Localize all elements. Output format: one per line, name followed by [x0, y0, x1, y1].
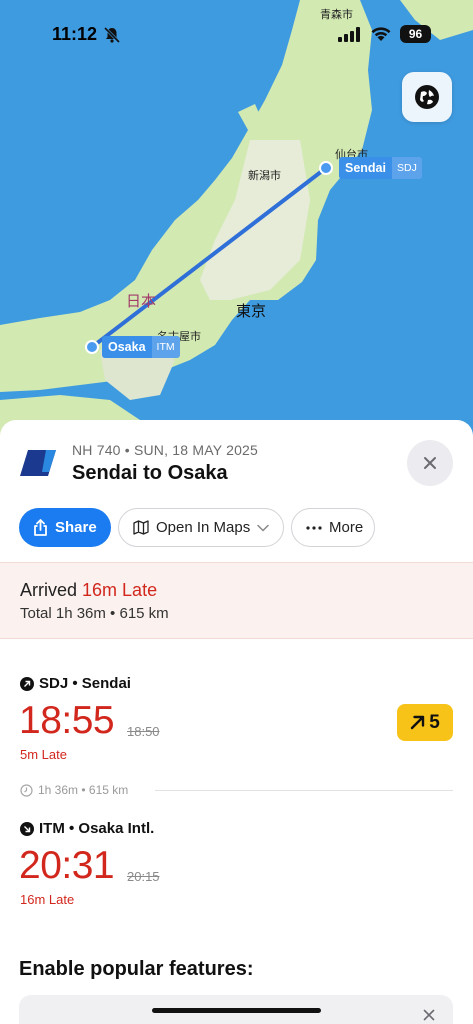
globe-icon: [415, 85, 439, 109]
flight-status-summary: Arrived 16m Late Total 1h 36m • 615 km: [0, 562, 473, 639]
departure-actual-time: 18:55: [19, 699, 115, 742]
airline-logo: [20, 450, 56, 476]
map-mode-button[interactable]: [402, 72, 452, 122]
arrival-actual-time: 20:31: [19, 844, 115, 887]
destination-airport-code: ITM: [151, 336, 180, 358]
open-in-maps-button[interactable]: Open In Maps: [118, 508, 284, 547]
origin-airport-name: Sendai: [345, 161, 386, 175]
arrival-late-label: 16m Late: [82, 580, 158, 600]
open-in-maps-label: Open In Maps: [156, 519, 251, 536]
flight-meta: NH 740 • SUN, 18 MAY 2025: [72, 442, 259, 458]
home-indicator[interactable]: [152, 1008, 321, 1013]
battery-icon: 96: [400, 25, 431, 43]
map-label-japan: 日本: [126, 293, 157, 310]
departure-delay: 5m Late: [20, 747, 67, 762]
flight-duration-row: 1h 36m • 615 km: [20, 783, 128, 797]
arrival-delay: 16m Late: [20, 892, 75, 907]
flight-duration: 1h 36m • 615 km: [38, 783, 129, 797]
map-icon: [133, 520, 149, 535]
share-icon: [34, 519, 47, 536]
status-bar: 11:12 96: [0, 0, 473, 60]
map-label-niigata: 新潟市: [248, 170, 281, 182]
arrival-airport: ITM • Osaka Intl.: [39, 820, 155, 837]
arrow-up-right-icon: [411, 715, 425, 730]
close-icon: [424, 457, 436, 469]
destination-airport-tag[interactable]: Osaka ITM: [102, 336, 180, 358]
flight-title: Sendai to Osaka: [72, 462, 228, 484]
more-label: More: [329, 519, 364, 536]
share-label: Share: [55, 519, 97, 536]
origin-airport-code: SDJ: [392, 157, 422, 179]
arrival-header: ITM • Osaka Intl.: [20, 820, 154, 837]
duration-divider: [155, 790, 453, 791]
departure-header: SDJ • Sendai: [20, 675, 131, 692]
departure-airport: SDJ • Sendai: [39, 675, 131, 692]
cellular-signal-icon: [338, 27, 360, 42]
more-button[interactable]: More: [291, 508, 375, 547]
flight-detail-sheet: NH 740 • SUN, 18 MAY 2025 Sendai to Osak…: [0, 420, 473, 1024]
flight-map[interactable]: 青森市 仙台市 新潟市 日本 東京 名古屋市 Sendai SDJ Osaka …: [0, 0, 473, 440]
landing-icon: [20, 821, 34, 836]
close-icon[interactable]: [423, 1009, 435, 1021]
chevron-down-icon: [257, 524, 269, 532]
map-land: [0, 0, 473, 440]
status-time: 11:12: [52, 24, 98, 44]
features-title: Enable popular features:: [19, 958, 254, 980]
arrived-label: Arrived: [20, 580, 78, 600]
map-label-tokyo: 東京: [236, 303, 267, 320]
wifi-icon: [371, 27, 391, 41]
gate-number: 5: [429, 711, 440, 733]
origin-airport-tag[interactable]: Sendai SDJ: [339, 157, 422, 179]
share-button[interactable]: Share: [19, 508, 111, 547]
departure-gate-badge: 5: [397, 704, 453, 741]
takeoff-icon: [20, 676, 34, 691]
departure-scheduled-time: 18:50: [127, 724, 160, 739]
clock-icon: [20, 783, 33, 797]
close-button[interactable]: [407, 440, 453, 486]
arrival-scheduled-time: 20:15: [127, 869, 160, 884]
battery-level: 96: [408, 27, 423, 41]
destination-airport-name: Osaka: [108, 340, 146, 354]
ellipsis-icon: [306, 525, 322, 530]
bell-slash-icon: [103, 26, 121, 44]
total-duration: Total 1h 36m • 615 km: [20, 605, 169, 622]
arrival-status: Arrived 16m Late: [20, 580, 157, 601]
